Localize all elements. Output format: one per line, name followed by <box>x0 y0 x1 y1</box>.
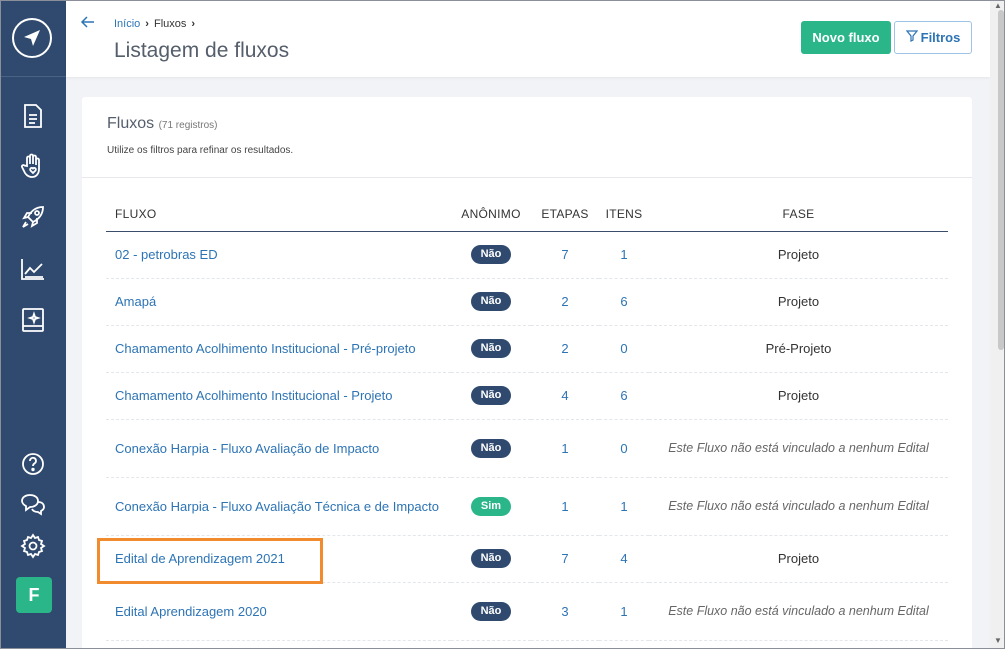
column-header-phase[interactable]: FASE <box>649 197 948 232</box>
scrollbar-thumb[interactable] <box>998 10 1004 350</box>
anonymous-badge: Não <box>471 549 511 568</box>
phase-cell: Pré-Projeto <box>649 325 948 373</box>
flow-name-link[interactable]: Conexão Harpia - Fluxo Avaliação de Impa… <box>106 419 451 478</box>
table-row: Edital Aprendizagem 2020 Não 3 1 Este Fl… <box>106 582 948 641</box>
items-count[interactable]: 0 <box>599 325 649 373</box>
items-count[interactable]: 6 <box>599 278 649 326</box>
breadcrumb: Início › Fluxos › <box>114 18 200 30</box>
filter-hint: Utilize os filtros para refinar os resul… <box>107 145 294 156</box>
table-row: Conexão Harpia - Fluxo Avaliação de Impa… <box>106 419 948 478</box>
steps-count[interactable]: 1 <box>531 419 599 478</box>
table-header-row: FLUXO ANÔNIMO ETAPAS ITENS FASE <box>106 197 948 232</box>
anonymous-cell: Não <box>451 535 531 583</box>
phase-cell: Projeto <box>649 231 948 279</box>
filter-funnel-icon <box>905 30 918 45</box>
highlight-box <box>97 538 323 584</box>
anonymous-badge: Não <box>471 292 511 311</box>
flow-name-link[interactable]: Amapá <box>106 278 451 326</box>
card-title: Fluxos (71 registros) <box>107 115 217 133</box>
items-count[interactable]: 1 <box>599 582 649 641</box>
anonymous-badge: Não <box>471 339 511 358</box>
scroll-down-arrow-icon[interactable]: ▼ <box>994 636 1002 645</box>
anonymous-cell: Não <box>451 419 531 478</box>
anonymous-badge: Não <box>471 438 511 458</box>
hand-heart-icon[interactable] <box>19 152 47 180</box>
user-avatar[interactable]: F <box>16 577 52 613</box>
anonymous-cell: Não <box>451 582 531 641</box>
rocket-icon[interactable] <box>19 203 47 231</box>
anonymous-cell: Não <box>451 278 531 326</box>
chart-line-icon[interactable] <box>19 255 47 283</box>
column-header-steps[interactable]: ETAPAS <box>531 197 599 232</box>
sparkle-book-icon[interactable] <box>19 306 47 334</box>
anonymous-cell: Sim <box>451 477 531 536</box>
column-header-items[interactable]: ITENS <box>599 197 649 232</box>
sidebar-divider <box>0 76 66 77</box>
steps-count[interactable]: 7 <box>531 231 599 279</box>
anonymous-cell: Não <box>451 325 531 373</box>
page-title: Listagem de fluxos <box>114 39 290 62</box>
card-divider <box>82 177 972 178</box>
table-row: Chamamento Acolhimento Institucional - P… <box>106 325 948 373</box>
steps-count[interactable]: 1 <box>531 477 599 536</box>
help-icon[interactable] <box>19 450 47 478</box>
table-row: Chamamento Acolhimento Institucional - P… <box>106 372 948 420</box>
breadcrumb-separator: › <box>191 18 196 30</box>
items-count[interactable]: 0 <box>599 419 649 478</box>
back-arrow-icon[interactable] <box>80 14 96 35</box>
steps-count[interactable]: 4 <box>531 372 599 420</box>
table-row: Conexão Harpia - Fluxo Avaliação Técnica… <box>106 477 948 536</box>
flow-name-link[interactable]: Edital Aprendizagem 2020 <box>106 582 451 641</box>
breadcrumb-home-link[interactable]: Início <box>114 18 140 30</box>
items-count[interactable]: 6 <box>599 372 649 420</box>
steps-count[interactable]: 2 <box>531 325 599 373</box>
steps-count[interactable]: 2 <box>531 278 599 326</box>
anonymous-badge: Sim <box>471 496 511 516</box>
column-header-flow[interactable]: FLUXO <box>106 197 451 232</box>
phase-cell: Projeto <box>649 535 948 583</box>
flow-name-link[interactable]: Chamamento Acolhimento Institucional - P… <box>106 325 451 373</box>
items-count[interactable]: 1 <box>599 231 649 279</box>
phase-cell: Este Fluxo não está vinculado a nenhum E… <box>649 477 948 536</box>
sidebar: F <box>0 0 66 649</box>
anonymous-badge: Não <box>471 601 511 621</box>
items-count[interactable]: 4 <box>599 535 649 583</box>
record-count: (71 registros) <box>158 120 218 131</box>
anonymous-cell: Não <box>451 372 531 420</box>
scroll-up-arrow-icon[interactable]: ▲ <box>994 1 1002 10</box>
steps-count[interactable]: 3 <box>531 582 599 641</box>
new-flow-button[interactable]: Novo fluxo <box>801 21 891 54</box>
page-header: Início › Fluxos › Listagem de fluxos Novo f… <box>66 0 990 77</box>
flow-name-link[interactable]: 02 - petrobras ED <box>106 231 451 279</box>
breadcrumb-current: Fluxos <box>153 18 187 30</box>
anonymous-cell: Não <box>451 231 531 279</box>
breadcrumb-separator: › <box>145 18 149 30</box>
table-row: 02 - petrobras ED Não 7 1 Projeto <box>106 231 948 279</box>
flow-name-link[interactable]: Conexão Harpia - Fluxo Avaliação Técnica… <box>106 477 451 536</box>
filters-button[interactable]: Filtros <box>894 21 972 54</box>
document-icon[interactable] <box>19 102 47 130</box>
phase-cell: Projeto <box>649 372 948 420</box>
items-count[interactable]: 1 <box>599 477 649 536</box>
column-header-anonymous[interactable]: ANÔNIMO <box>451 197 531 232</box>
chat-icon[interactable] <box>19 490 47 518</box>
flow-name-link[interactable]: Chamamento Acolhimento Institucional - P… <box>106 372 451 420</box>
filters-button-label: Filtros <box>920 30 961 45</box>
app-logo-icon[interactable] <box>12 18 52 58</box>
steps-count[interactable]: 7 <box>531 535 599 583</box>
phase-cell: Este Fluxo não está vinculado a nenhum E… <box>649 582 948 641</box>
card-title-text: Fluxos <box>107 115 155 132</box>
phase-cell: Projeto <box>649 278 948 326</box>
anonymous-badge: Não <box>471 245 511 264</box>
anonymous-badge: Não <box>471 386 511 405</box>
table-row: Amapá Não 2 6 Projeto <box>106 278 948 326</box>
settings-gear-icon[interactable] <box>19 532 47 560</box>
phase-cell: Este Fluxo não está vinculado a nenhum E… <box>649 419 948 478</box>
